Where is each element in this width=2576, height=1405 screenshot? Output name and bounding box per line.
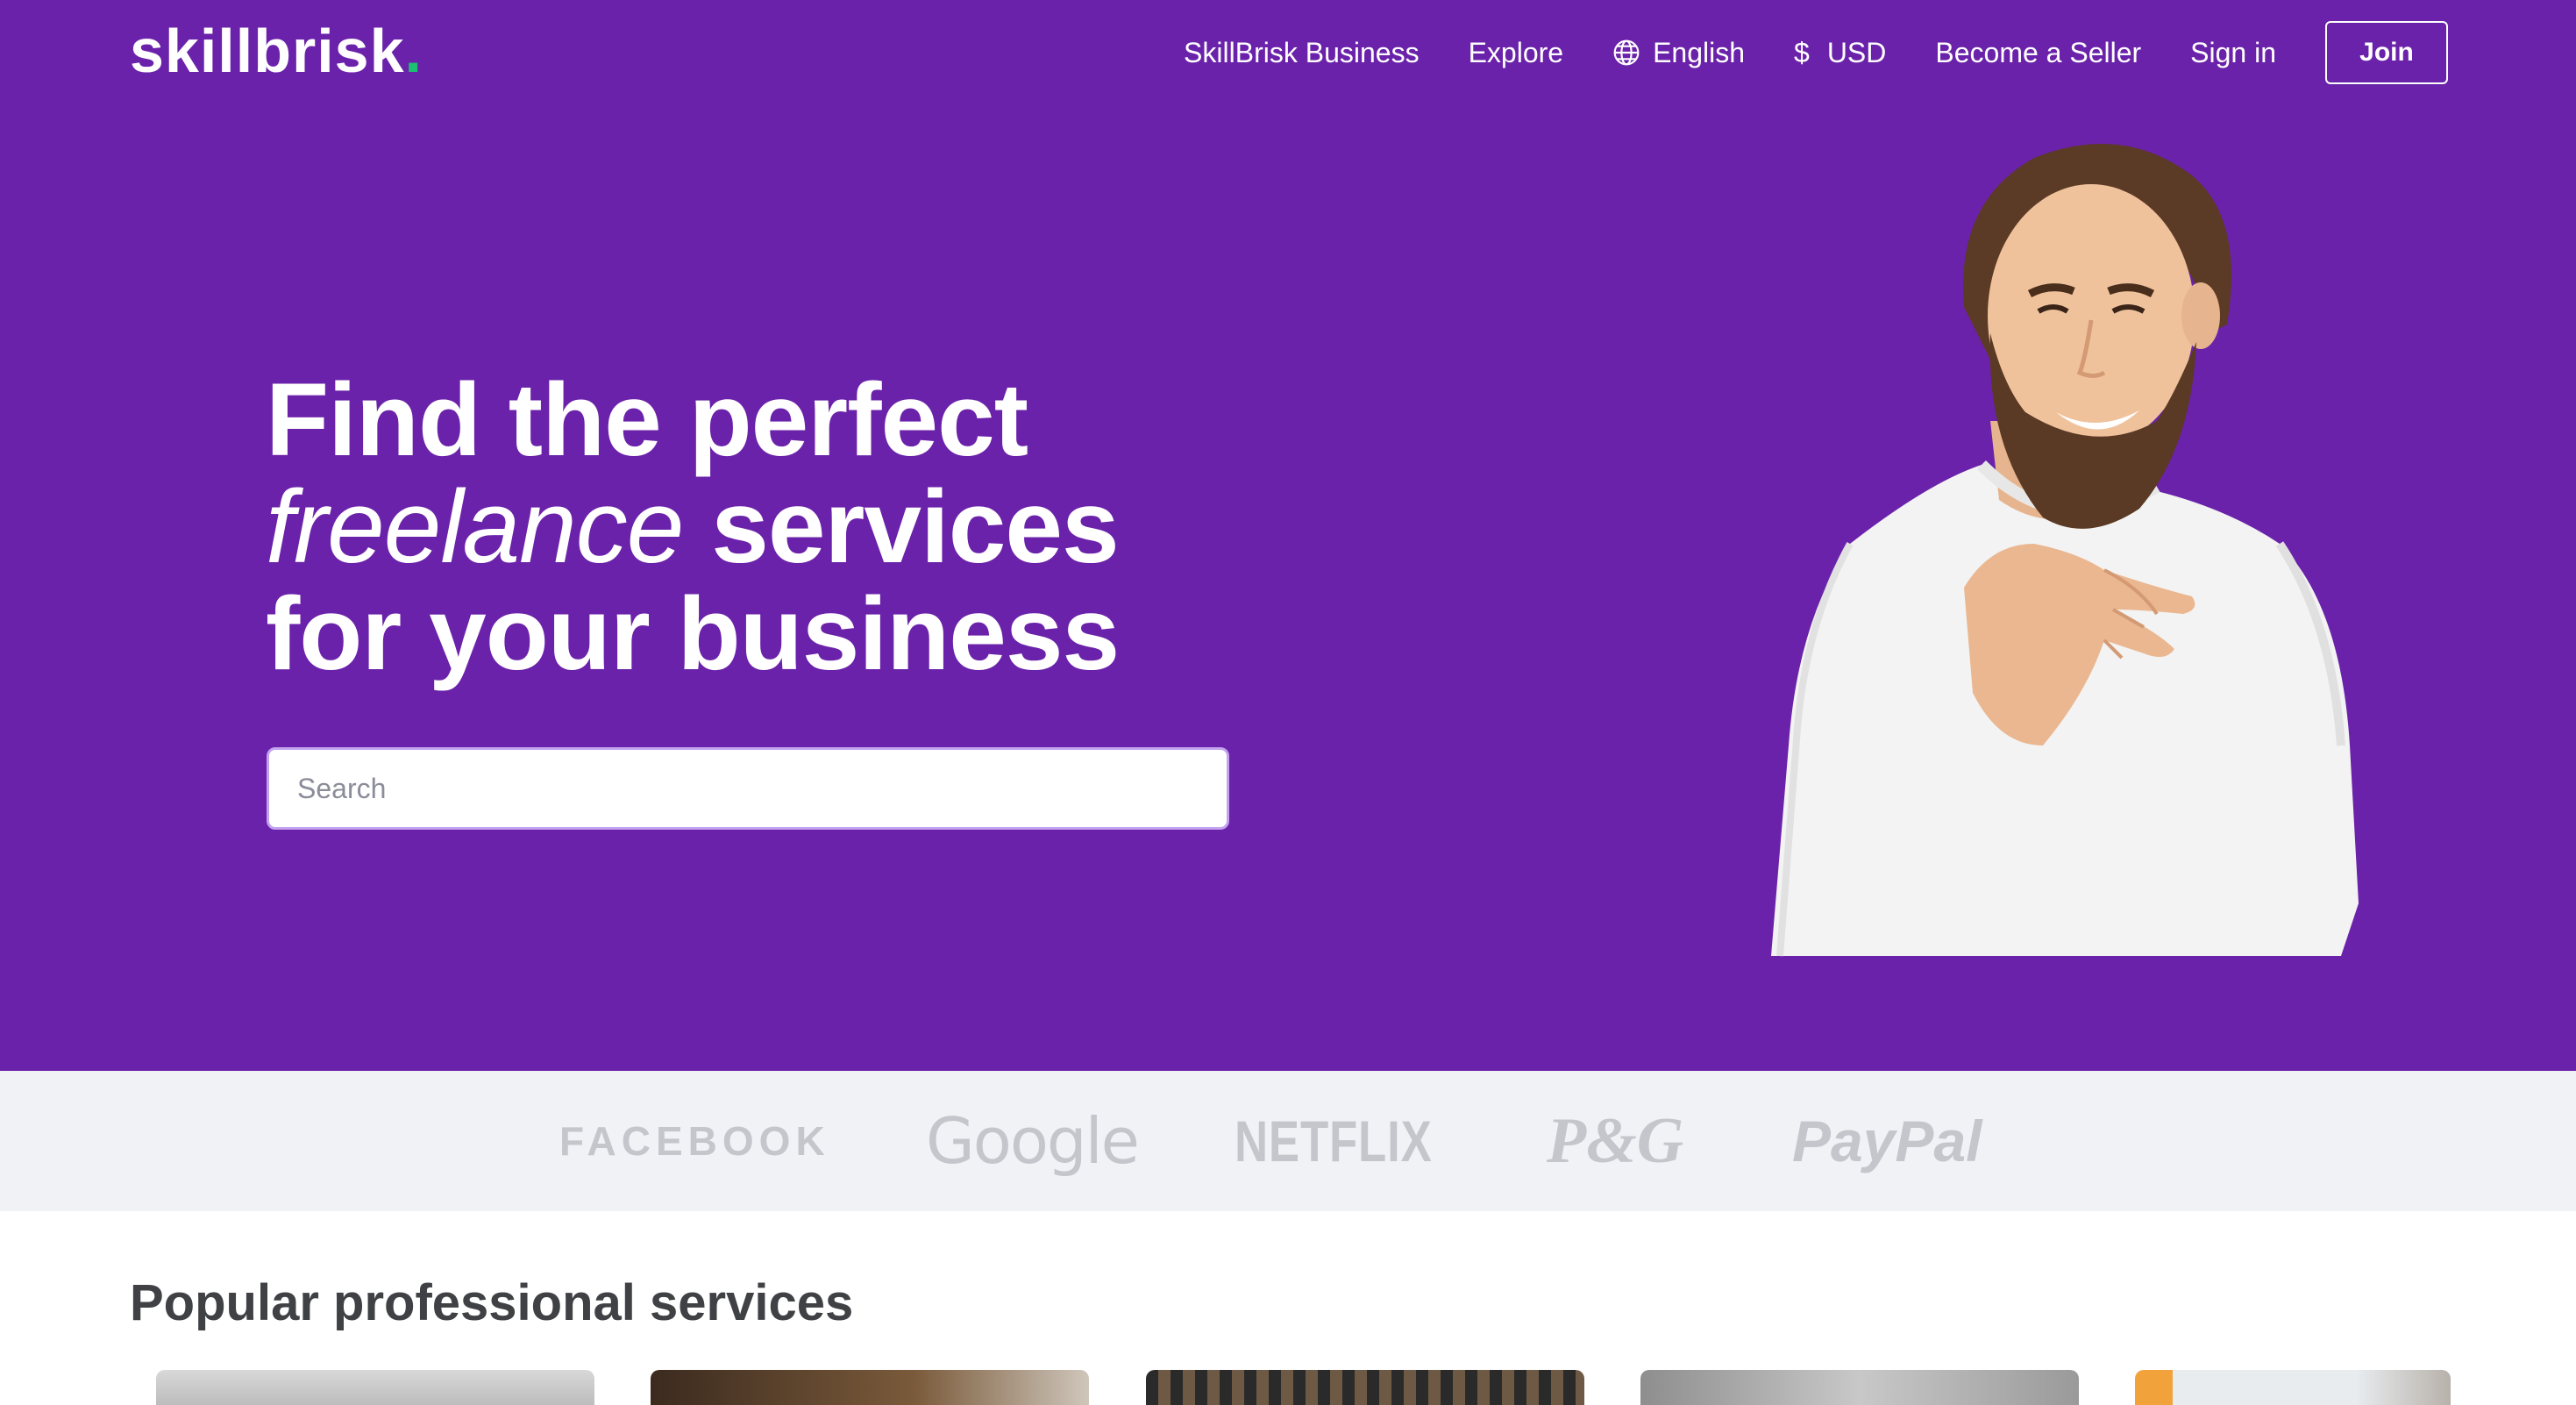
- service-card[interactable]: [1640, 1370, 2079, 1405]
- service-card[interactable]: [1146, 1370, 1584, 1405]
- currency-label: USD: [1826, 36, 1887, 68]
- trusted-by-strip: FACEBOOK Google NETFLIX P&G PayPal: [0, 1071, 2576, 1211]
- brand-logo-netflix: NETFLIX: [1235, 1109, 1433, 1173]
- service-card[interactable]: [156, 1370, 594, 1405]
- popular-services-title: Popular professional services: [130, 1274, 854, 1331]
- globe-icon: [1613, 39, 1640, 66]
- dollar-icon: $: [1794, 36, 1810, 68]
- logo-dot: .: [404, 17, 423, 85]
- headline-line-2-rest: services: [683, 469, 1119, 585]
- hero-person-image: [1771, 144, 2359, 957]
- become-seller-link[interactable]: Become a Seller: [1935, 37, 2141, 69]
- headline-line-1: Find the perfect: [266, 362, 1028, 478]
- brand-logo-facebook: FACEBOOK: [559, 1118, 830, 1164]
- top-nav: SkillBrisk Business Explore English $ US…: [1184, 19, 2448, 86]
- nav-explore-link[interactable]: Explore: [1469, 37, 1564, 69]
- sign-in-link[interactable]: Sign in: [2190, 37, 2276, 69]
- service-card[interactable]: [2135, 1370, 2451, 1405]
- headline-line-3: for your business: [266, 576, 1120, 692]
- language-label: English: [1653, 36, 1746, 68]
- logo[interactable]: skillbrisk.: [130, 14, 423, 88]
- language-selector[interactable]: English: [1612, 37, 1745, 69]
- brand-logo-pg: P&G: [1547, 1104, 1684, 1177]
- join-button[interactable]: Join: [2325, 21, 2448, 84]
- headline-line-2: freelance services: [266, 474, 1120, 581]
- service-cards-row: [0, 1370, 2576, 1405]
- currency-selector[interactable]: $ USD: [1794, 37, 1886, 69]
- hero-headline: Find the perfect freelance services for …: [266, 362, 1120, 692]
- search-input[interactable]: [267, 747, 1229, 830]
- service-card[interactable]: [651, 1370, 1089, 1405]
- headline-italic-word: freelance: [266, 469, 684, 585]
- hero-section: skillbrisk. SkillBrisk Business Explore …: [0, 0, 2576, 1071]
- nav-business-link[interactable]: SkillBrisk Business: [1184, 37, 1420, 69]
- brand-logo-paypal: PayPal: [1792, 1109, 1982, 1173]
- brand-logo-google: Google: [926, 1104, 1140, 1178]
